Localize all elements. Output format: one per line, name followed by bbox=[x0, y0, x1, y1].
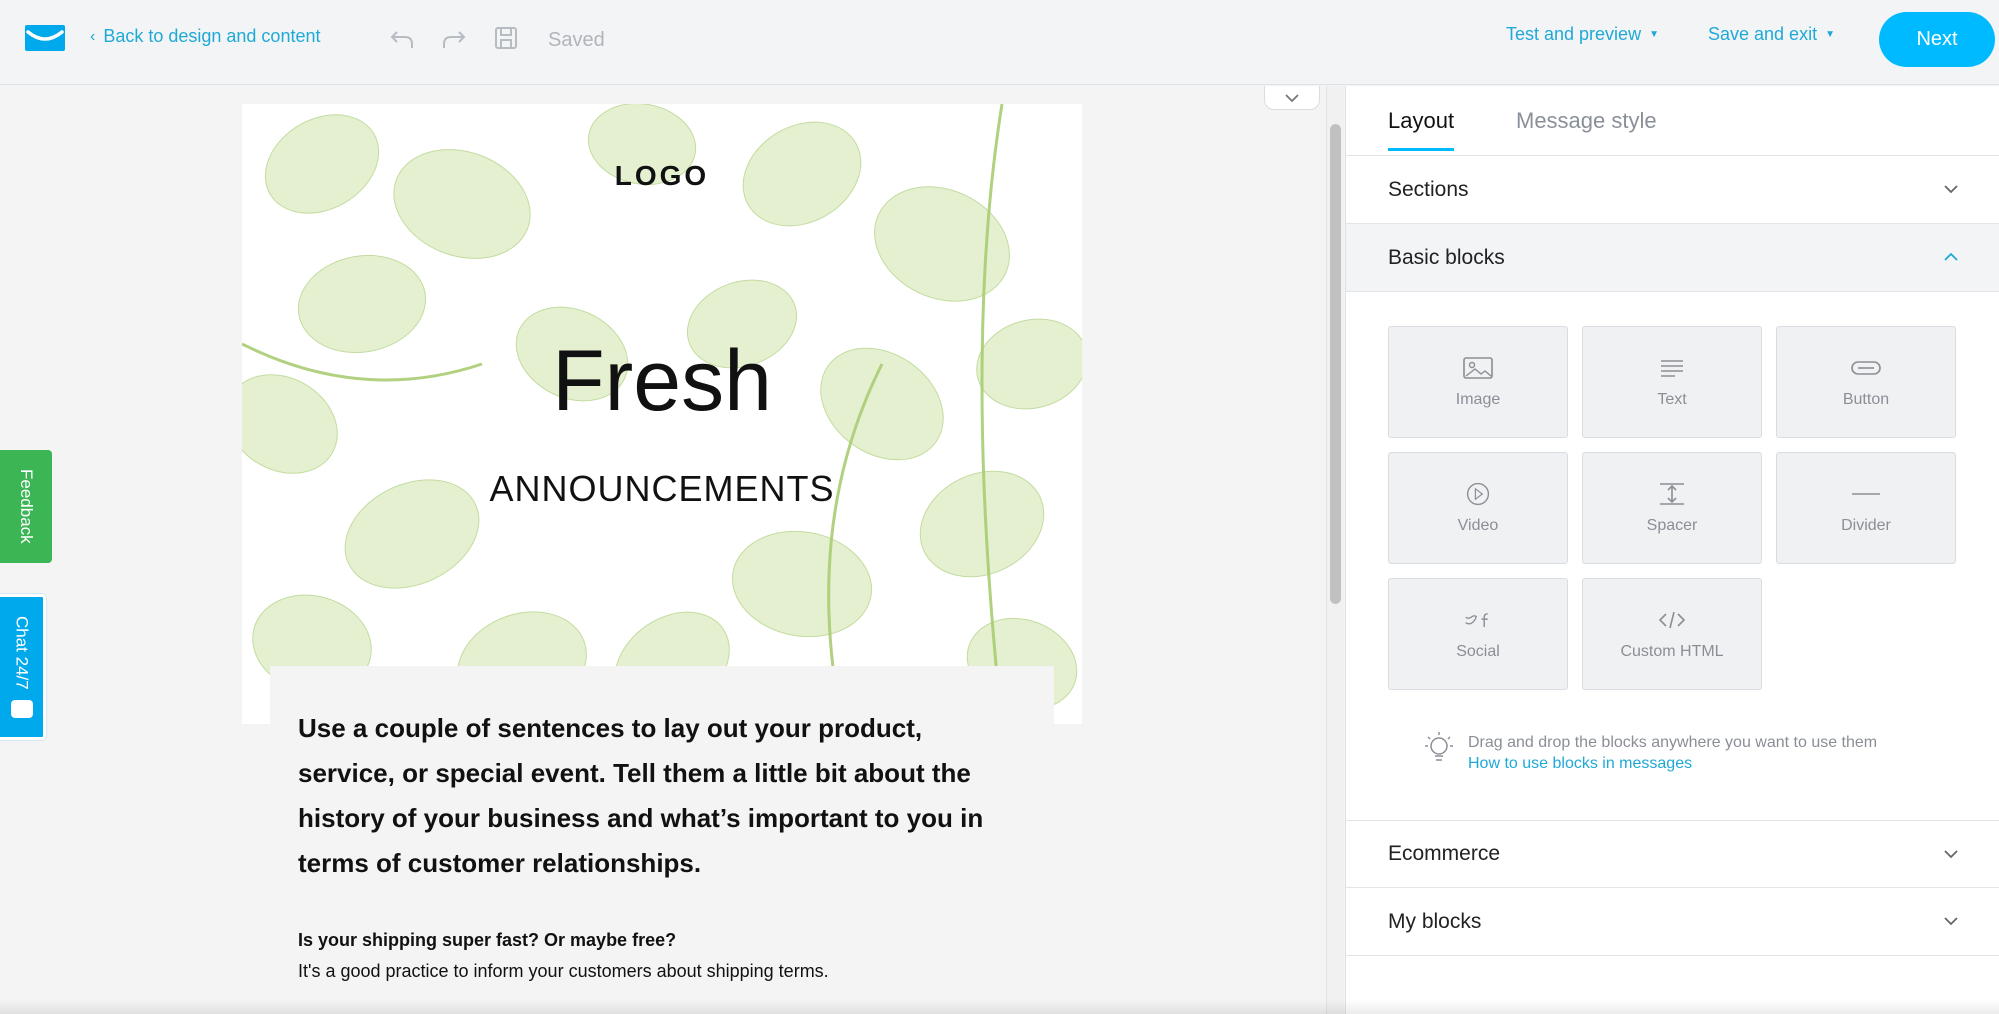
canvas-scrollbar[interactable] bbox=[1326, 86, 1344, 1014]
block-button[interactable]: Button bbox=[1776, 326, 1956, 438]
play-icon bbox=[1466, 482, 1490, 506]
block-label: Button bbox=[1842, 391, 1890, 408]
block-label: Text bbox=[1657, 391, 1687, 408]
chat-tab[interactable]: Chat 24/7 bbox=[0, 594, 46, 740]
collapse-toggle[interactable] bbox=[1264, 86, 1320, 110]
shipping-question: Is your shipping super fast? Or maybe fr… bbox=[298, 930, 677, 950]
chevron-down-icon bbox=[1944, 917, 1958, 926]
my-blocks-label: My blocks bbox=[1388, 909, 1482, 933]
code-icon bbox=[1658, 611, 1686, 629]
hero-logo-text: LOGO bbox=[614, 160, 710, 191]
saved-status: Saved bbox=[548, 29, 605, 51]
envelope-logo-icon[interactable] bbox=[24, 22, 66, 54]
block-spacer[interactable]: Spacer bbox=[1582, 452, 1762, 564]
test-preview-label: Test and preview bbox=[1506, 24, 1642, 44]
shipping-paragraph: It's a good practice to inform your cust… bbox=[298, 961, 829, 981]
tab-message-style[interactable]: Message style bbox=[1516, 108, 1657, 148]
hint-text: Drag and drop the blocks anywhere you wa… bbox=[1468, 734, 1878, 751]
undo-icon[interactable] bbox=[388, 24, 416, 57]
button-icon bbox=[1851, 361, 1881, 375]
block-label: Spacer bbox=[1646, 517, 1698, 534]
scrollbar-thumb[interactable] bbox=[1330, 124, 1341, 604]
basic-blocks-accordion[interactable]: Basic blocks bbox=[1346, 224, 1999, 292]
block-label: Image bbox=[1455, 391, 1501, 408]
ecommerce-label: Ecommerce bbox=[1388, 842, 1501, 865]
block-label: Divider bbox=[1841, 517, 1891, 534]
chevron-down-icon bbox=[1944, 185, 1958, 194]
layout-panel: Layout Message style Sections Basic bloc… bbox=[1345, 86, 1999, 1014]
block-image[interactable]: Image bbox=[1388, 326, 1568, 438]
feedback-label: Feedback bbox=[17, 469, 36, 544]
chevron-down-icon bbox=[1285, 93, 1299, 102]
top-toolbar: ‹ Back to design and content Saved Test … bbox=[0, 0, 1999, 85]
tab-layout[interactable]: Layout bbox=[1388, 108, 1455, 151]
hero-section[interactable]: LOGO Fresh ANNOUNCEMENTS bbox=[242, 104, 1082, 724]
hero-title: Fresh bbox=[552, 333, 772, 429]
redo-icon[interactable] bbox=[440, 24, 468, 57]
ecommerce-accordion[interactable]: Ecommerce bbox=[1346, 820, 1999, 888]
how-to-use-blocks-link[interactable]: How to use blocks in messages bbox=[1468, 755, 1877, 773]
chat-label: Chat 24/7 bbox=[12, 616, 32, 690]
back-label: Back to design and content bbox=[103, 26, 321, 46]
text-section[interactable]: Use a couple of sentences to lay out you… bbox=[270, 666, 1054, 1014]
save-disk-icon bbox=[492, 24, 520, 57]
block-text[interactable]: Text bbox=[1582, 326, 1762, 438]
spacer-icon bbox=[1660, 483, 1684, 505]
social-icon bbox=[1465, 613, 1488, 628]
chat-bubble-icon bbox=[10, 699, 33, 718]
sections-accordion[interactable]: Sections bbox=[1346, 156, 1999, 224]
chevron-up-icon bbox=[1944, 252, 1958, 261]
caret-down-icon: ▼ bbox=[1825, 29, 1835, 40]
image-icon bbox=[1463, 357, 1493, 379]
lightbulb-icon bbox=[1425, 732, 1453, 761]
block-label: Social bbox=[1456, 643, 1500, 660]
hero-subtitle: ANNOUNCEMENTS bbox=[489, 468, 835, 509]
caret-down-icon: ▼ bbox=[1649, 29, 1659, 40]
block-custom-html[interactable]: Custom HTML bbox=[1582, 578, 1762, 690]
test-preview-dropdown[interactable]: Test and preview ▼ bbox=[1506, 24, 1659, 45]
block-video[interactable]: Video bbox=[1388, 452, 1568, 564]
sections-label: Sections bbox=[1388, 177, 1469, 201]
my-blocks-accordion[interactable]: My blocks bbox=[1346, 888, 1999, 956]
save-exit-label: Save and exit bbox=[1708, 24, 1818, 44]
text-lines-icon bbox=[1661, 360, 1683, 377]
bottom-shadow bbox=[0, 1000, 1999, 1014]
block-divider[interactable]: Divider bbox=[1776, 452, 1956, 564]
divider-icon bbox=[1852, 493, 1880, 495]
editor-canvas: LOGO Fresh ANNOUNCEMENTS Use a couple of… bbox=[0, 86, 1326, 1014]
chevron-left-icon: ‹ bbox=[90, 27, 96, 45]
next-button[interactable]: Next bbox=[1879, 12, 1995, 67]
feedback-tab[interactable]: Feedback bbox=[0, 450, 52, 563]
save-exit-dropdown[interactable]: Save and exit ▼ bbox=[1708, 24, 1835, 45]
block-label: Custom HTML bbox=[1620, 643, 1724, 660]
panel-tabs: Layout Message style bbox=[1346, 86, 1999, 156]
block-social[interactable]: Social bbox=[1388, 578, 1568, 690]
block-label: Video bbox=[1457, 517, 1499, 534]
basic-blocks-label: Basic blocks bbox=[1388, 245, 1505, 269]
blocks-hint: Drag and drop the blocks anywhere you wa… bbox=[1424, 730, 1877, 773]
history-controls: Saved bbox=[388, 24, 605, 57]
back-to-design-link[interactable]: ‹ Back to design and content bbox=[90, 26, 320, 47]
lead-paragraph: Use a couple of sentences to lay out you… bbox=[298, 713, 984, 878]
chevron-down-icon bbox=[1944, 850, 1958, 859]
